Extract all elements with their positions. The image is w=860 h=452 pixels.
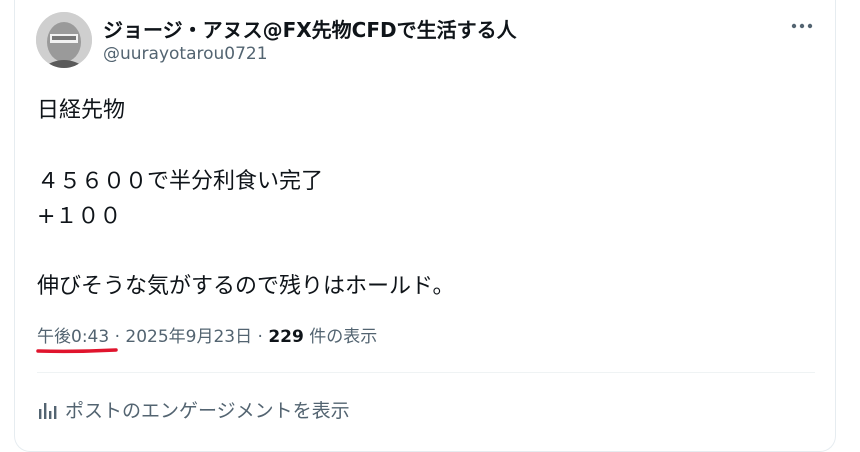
more-horizontal-icon <box>791 23 813 29</box>
more-options-button[interactable] <box>782 12 822 40</box>
view-engagement-button[interactable]: ポストのエンゲージメントを表示 <box>37 396 350 423</box>
tweet-time-link[interactable]: 午後0:43 <box>37 327 109 347</box>
tweet-text-line-1: 日経先物 <box>37 98 126 123</box>
avatar-image <box>36 12 92 68</box>
bar-chart-icon <box>39 402 57 419</box>
views-count: 229 <box>268 327 304 347</box>
tweet-text-line-4: 伸びそうな気がするので残りはホールド。 <box>37 274 455 299</box>
tweet-card <box>14 0 836 452</box>
views-label: 件の表示 <box>303 327 378 347</box>
author-display-name[interactable]: ジョージ・アヌス@FX先物CFDで生活する人 <box>103 14 517 43</box>
tweet-date-link[interactable]: 2025年9月23日 <box>125 327 252 347</box>
red-underline-annotation <box>36 348 118 354</box>
meta-separator: · <box>252 327 269 347</box>
meta-separator: · <box>109 327 126 347</box>
tweet-text-line-3: +１００ <box>37 204 122 229</box>
divider <box>37 372 815 373</box>
author-handle[interactable]: @uurayotarou0721 <box>103 44 268 64</box>
tweet-meta: 午後0:43 · 2025年9月23日 · 229 件の表示 <box>37 322 377 347</box>
avatar[interactable] <box>36 12 92 68</box>
engagement-label: ポストのエンゲージメントを表示 <box>65 400 350 422</box>
tweet-text-line-2: ４５６００で半分利食い完了 <box>37 169 324 194</box>
